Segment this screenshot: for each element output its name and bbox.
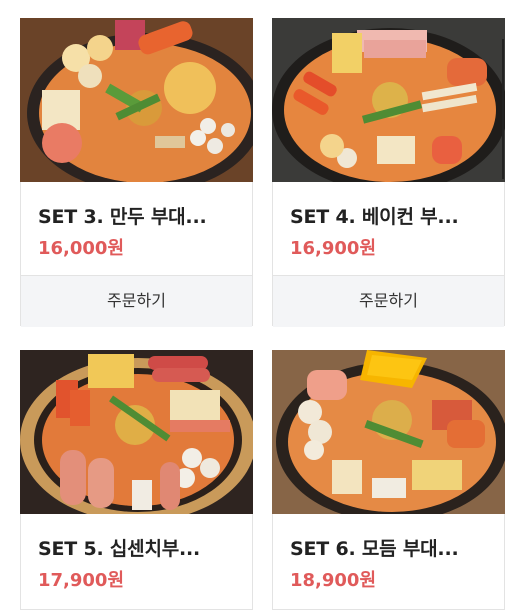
product-card-set3[interactable]: SET 3. 만두 부대... 16,000원 주문하기 xyxy=(20,18,253,327)
product-title[interactable]: SET 6. 모듬 부대... xyxy=(290,534,495,561)
order-button[interactable]: 주문하기 xyxy=(21,275,252,327)
product-price: 17,900원 xyxy=(38,570,125,591)
product-card-set5[interactable]: SET 5. 십센치부... 17,900원 xyxy=(20,350,253,610)
product-image-set4[interactable] xyxy=(272,18,505,182)
product-title[interactable]: SET 5. 십센치부... xyxy=(38,534,243,561)
product-card-set6[interactable]: SET 6. 모듬 부대... 18,900원 xyxy=(272,350,505,610)
product-image-set3[interactable] xyxy=(20,18,253,182)
product-title[interactable]: SET 3. 만두 부대... xyxy=(38,202,243,229)
product-image-set5[interactable] xyxy=(20,350,253,514)
product-price: 16,000원 xyxy=(38,238,125,259)
product-price: 18,900원 xyxy=(290,570,377,591)
product-image-set6[interactable] xyxy=(272,350,505,514)
image-edge-line xyxy=(502,39,504,179)
product-card-set4[interactable]: SET 4. 베이컨 부... 16,900원 주문하기 xyxy=(272,18,505,327)
product-title[interactable]: SET 4. 베이컨 부... xyxy=(290,202,495,229)
product-price: 16,900원 xyxy=(290,238,377,259)
order-button[interactable]: 주문하기 xyxy=(273,275,504,327)
